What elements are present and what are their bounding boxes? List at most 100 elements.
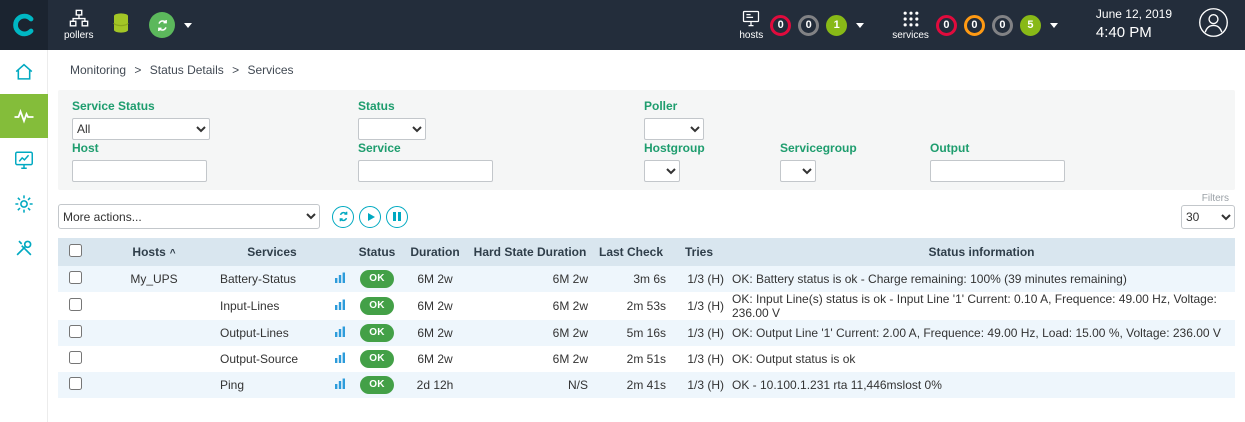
- sidebar: [0, 50, 48, 422]
- hosts-unreachable-badge[interactable]: 0: [798, 15, 819, 36]
- service-name[interactable]: Ping: [220, 378, 244, 392]
- service-name[interactable]: Output-Lines: [220, 326, 289, 340]
- service-name[interactable]: Battery-Status: [220, 272, 296, 286]
- sidebar-item-configuration[interactable]: [0, 182, 48, 226]
- host-label: Host: [72, 141, 207, 155]
- sidebar-item-reporting[interactable]: [0, 138, 48, 182]
- last-check-cell: 2m 51s: [592, 346, 670, 372]
- database-status[interactable]: [109, 10, 133, 41]
- header-hard-state-duration[interactable]: Hard State Duration: [468, 238, 592, 266]
- header-duration[interactable]: Duration: [402, 238, 468, 266]
- pause-icon: [393, 212, 401, 221]
- sidebar-item-administration[interactable]: [0, 226, 48, 270]
- service-graph-icon[interactable]: [334, 272, 346, 287]
- refresh-button[interactable]: [332, 206, 354, 228]
- header-services[interactable]: Services: [216, 238, 328, 266]
- services-menu[interactable]: services: [892, 9, 929, 41]
- pause-button[interactable]: [386, 206, 408, 228]
- output-input[interactable]: [930, 160, 1065, 182]
- status-information-cell: OK: Input Line(s) status is ok - Input L…: [728, 292, 1235, 320]
- service-graph-icon[interactable]: [334, 378, 346, 393]
- service-graph-icon[interactable]: [334, 326, 346, 341]
- breadcrumb-status-details[interactable]: Status Details: [150, 63, 224, 77]
- last-check-cell: 3m 6s: [592, 266, 670, 292]
- hosts-down-badge[interactable]: 0: [770, 15, 791, 36]
- output-label: Output: [930, 141, 1065, 155]
- header-status[interactable]: Status: [352, 238, 402, 266]
- hosts-chevron-icon[interactable]: [856, 23, 864, 28]
- services-unknown-badge[interactable]: 0: [992, 15, 1013, 36]
- services-warning-badge[interactable]: 0: [964, 15, 985, 36]
- hostgroup-select[interactable]: [644, 160, 680, 182]
- host-input[interactable]: [72, 160, 207, 182]
- status-select[interactable]: [358, 118, 426, 140]
- select-all-checkbox[interactable]: [69, 244, 82, 257]
- header-hosts[interactable]: Hosts^: [92, 238, 216, 266]
- sidebar-item-monitoring[interactable]: [0, 94, 48, 138]
- services-chevron-icon[interactable]: [1050, 23, 1058, 28]
- platform-status-chevron-icon[interactable]: [184, 23, 192, 28]
- row-checkbox[interactable]: [69, 351, 82, 364]
- pollers-icon: [68, 9, 90, 29]
- page-size-select[interactable]: 30: [1181, 205, 1235, 229]
- tries-cell: 1/3 (H): [670, 372, 728, 398]
- header-graph: [328, 238, 352, 266]
- table-header-row: Hosts^ Services Status Duration Hard Sta…: [58, 238, 1235, 266]
- service-graph-icon[interactable]: [334, 299, 346, 314]
- centreon-c-icon: [11, 12, 37, 38]
- platform-status[interactable]: [149, 12, 202, 38]
- service-status-select[interactable]: All: [72, 118, 210, 140]
- services-icon: [901, 9, 921, 29]
- service-input[interactable]: [358, 160, 493, 182]
- sort-caret-icon: ^: [170, 248, 176, 259]
- tries-cell: 1/3 (H): [670, 266, 728, 292]
- sidebar-item-home[interactable]: [0, 50, 48, 94]
- service-graph-icon[interactable]: [334, 352, 346, 367]
- more-actions-select[interactable]: More actions...: [58, 204, 320, 229]
- services-critical-badge[interactable]: 0: [936, 15, 957, 36]
- main-content: Monitoring > Status Details > Services S…: [48, 50, 1245, 422]
- table-row: Output-Lines OK 6M 2w 6M 2w 5m 16s 1/3 (…: [58, 320, 1235, 346]
- hosts-label: hosts: [739, 30, 763, 41]
- row-checkbox[interactable]: [69, 271, 82, 284]
- service-name[interactable]: Output-Source: [220, 352, 298, 366]
- host-name[interactable]: My_UPS: [130, 272, 177, 286]
- administration-tools-icon: [13, 237, 35, 259]
- header-status-information[interactable]: Status information: [728, 238, 1235, 266]
- filter-panel: Service Status All Status Poller Host Se…: [58, 90, 1235, 190]
- row-checkbox[interactable]: [69, 298, 82, 311]
- hosts-menu[interactable]: hosts: [739, 9, 763, 41]
- configuration-gear-icon: [13, 193, 35, 215]
- pollers-label: pollers: [64, 30, 93, 41]
- status-label: Status: [358, 99, 426, 113]
- status-information-cell: OK - 10.100.1.231 rta 11,446mslost 0%: [728, 372, 1235, 398]
- servicegroup-label: Servicegroup: [780, 141, 857, 155]
- service-name[interactable]: Input-Lines: [220, 299, 279, 313]
- top-bar: pollers hosts 0 0 1: [0, 0, 1245, 50]
- database-icon: [109, 10, 133, 36]
- last-check-cell: 2m 41s: [592, 372, 670, 398]
- header-last-check[interactable]: Last Check: [592, 238, 670, 266]
- poller-select[interactable]: [644, 118, 704, 140]
- services-ok-badge[interactable]: 5: [1020, 15, 1041, 36]
- play-button[interactable]: [359, 206, 381, 228]
- header-tries[interactable]: Tries: [670, 238, 728, 266]
- table-row: Ping OK 2d 12h N/S 2m 41s 1/3 (H) OK - 1…: [58, 372, 1235, 398]
- status-information-cell: OK: Output Line '1' Current: 2.00 A, Fre…: [728, 320, 1235, 346]
- centreon-logo[interactable]: [0, 0, 48, 50]
- breadcrumb-monitoring[interactable]: Monitoring: [70, 63, 126, 77]
- row-checkbox[interactable]: [69, 377, 82, 390]
- tries-cell: 1/3 (H): [670, 346, 728, 372]
- row-checkbox[interactable]: [69, 325, 82, 338]
- duration-cell: 2d 12h: [402, 372, 468, 398]
- status-badge: OK: [360, 376, 394, 394]
- hosts-up-badge[interactable]: 1: [826, 15, 847, 36]
- user-menu[interactable]: [1198, 7, 1229, 43]
- breadcrumb-services[interactable]: Services: [247, 63, 293, 77]
- pollers-menu[interactable]: pollers: [64, 9, 93, 41]
- status-badge: OK: [360, 297, 394, 315]
- servicegroup-select[interactable]: [780, 160, 816, 182]
- hostgroup-label: Hostgroup: [644, 141, 705, 155]
- actions-toolbar: More actions... 30: [58, 204, 1235, 229]
- breadcrumb-separator: >: [134, 63, 141, 77]
